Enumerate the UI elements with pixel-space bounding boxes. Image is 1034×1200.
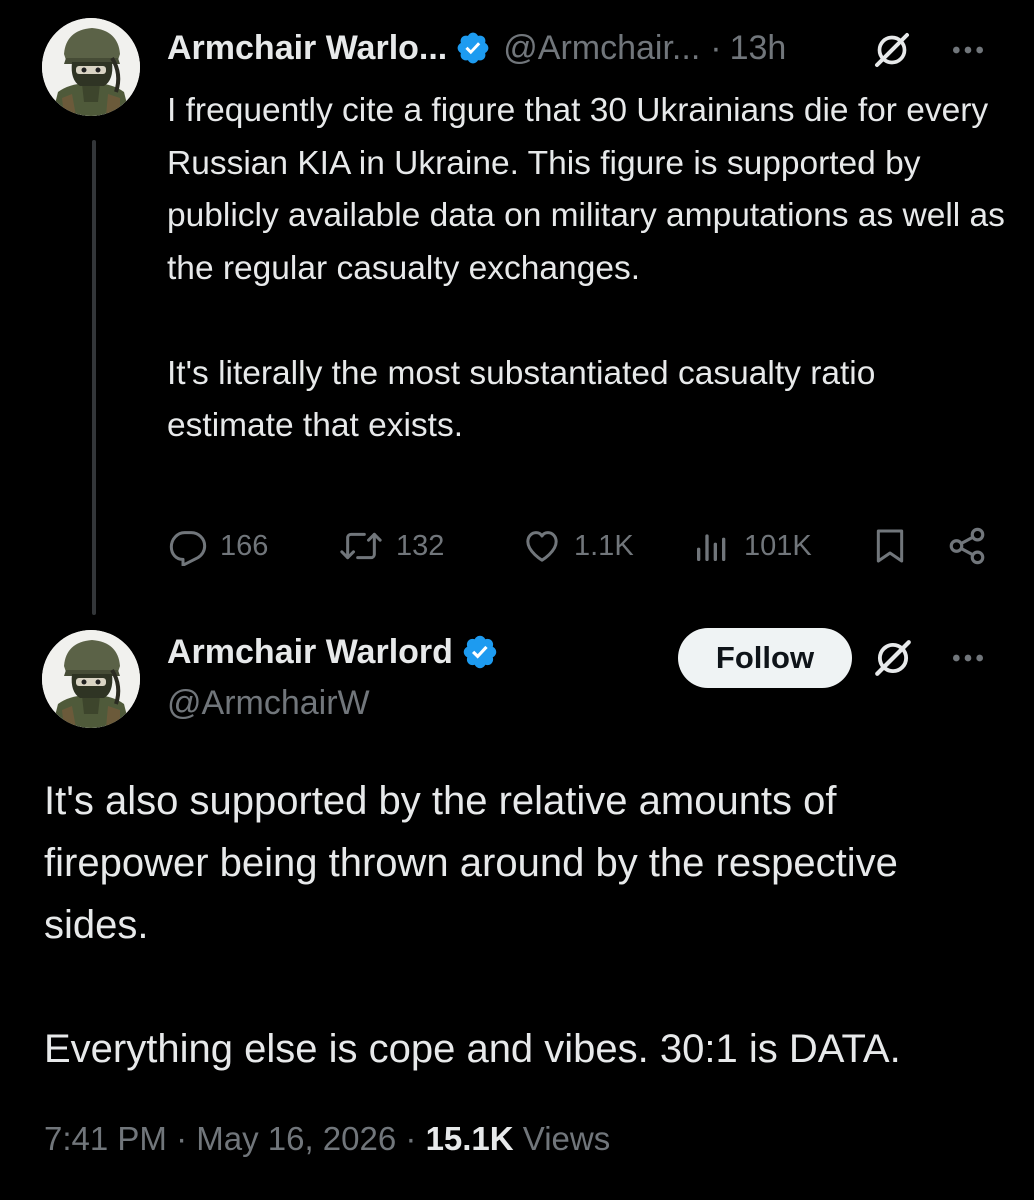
repost-count: 132: [396, 529, 445, 562]
tweet2-avatar[interactable]: [42, 630, 140, 728]
tweet2-author-handle[interactable]: @ArmchairW: [167, 684, 370, 723]
views-icon: [697, 534, 726, 561]
tweet1-separator: ·: [710, 28, 722, 67]
footer-separator: ·: [176, 1120, 188, 1157]
tweet2-author-name[interactable]: Armchair Warlord: [167, 633, 453, 672]
tweet2-body: It's also supported by the relative amou…: [44, 770, 1004, 1080]
tweet2-views-label: Views: [522, 1120, 611, 1157]
reply-icon: [169, 531, 207, 566]
like-icon: [526, 531, 558, 562]
tweet1-timestamp[interactable]: 13h: [730, 29, 787, 68]
tweet2-views-count: 15.1K: [425, 1120, 514, 1157]
verified-badge-icon: [461, 633, 499, 671]
thread-connector-line: [92, 140, 96, 615]
avatar-image: [42, 18, 140, 116]
tweet1-author-name[interactable]: Armchair Warlo...: [167, 29, 447, 68]
reply-count: 166: [220, 529, 269, 562]
verified-badge-icon: [455, 30, 491, 66]
reply-button[interactable]: 166: [168, 526, 268, 566]
tweet2-footer: 7:41 PM · May 16, 2026 · 15.1K Views: [44, 1120, 610, 1158]
share-icon[interactable]: [946, 525, 988, 567]
tweet1-header: Armchair Warlo... @Armchair... · 13h: [167, 26, 786, 70]
footer-separator: ·: [405, 1120, 417, 1157]
follow-button[interactable]: Follow: [678, 628, 852, 688]
tweet1-paragraph: I frequently cite a figure that 30 Ukrai…: [167, 92, 1005, 287]
repost-icon: [340, 532, 382, 560]
bookmark-icon[interactable]: [870, 525, 910, 567]
repost-button[interactable]: 132: [338, 526, 444, 566]
more-icon[interactable]: [948, 638, 988, 678]
like-button[interactable]: 1.1K: [522, 526, 634, 566]
tweet1-avatar[interactable]: [42, 18, 140, 116]
tweet1-body: I frequently cite a figure that 30 Ukrai…: [167, 85, 1007, 453]
tweet1-paragraph: It's literally the most substantiated ca…: [167, 354, 876, 445]
grok-icon[interactable]: [872, 637, 914, 679]
more-icon[interactable]: [948, 30, 988, 70]
tweet2-paragraph: Everything else is cope and vibes. 30:1 …: [44, 1027, 901, 1071]
tweet2-date[interactable]: May 16, 2026: [196, 1120, 396, 1157]
like-count: 1.1K: [574, 529, 634, 562]
grok-icon[interactable]: [872, 30, 912, 70]
tweet2-time[interactable]: 7:41 PM: [44, 1120, 167, 1157]
avatar-image: [42, 630, 140, 728]
views-count: 101K: [744, 529, 812, 562]
tweet1-author-handle[interactable]: @Armchair...: [503, 29, 700, 68]
tweet2-author-name-row: Armchair Warlord: [167, 630, 499, 674]
views-button[interactable]: 101K: [692, 526, 812, 566]
tweet2-paragraph: It's also supported by the relative amou…: [44, 779, 898, 947]
